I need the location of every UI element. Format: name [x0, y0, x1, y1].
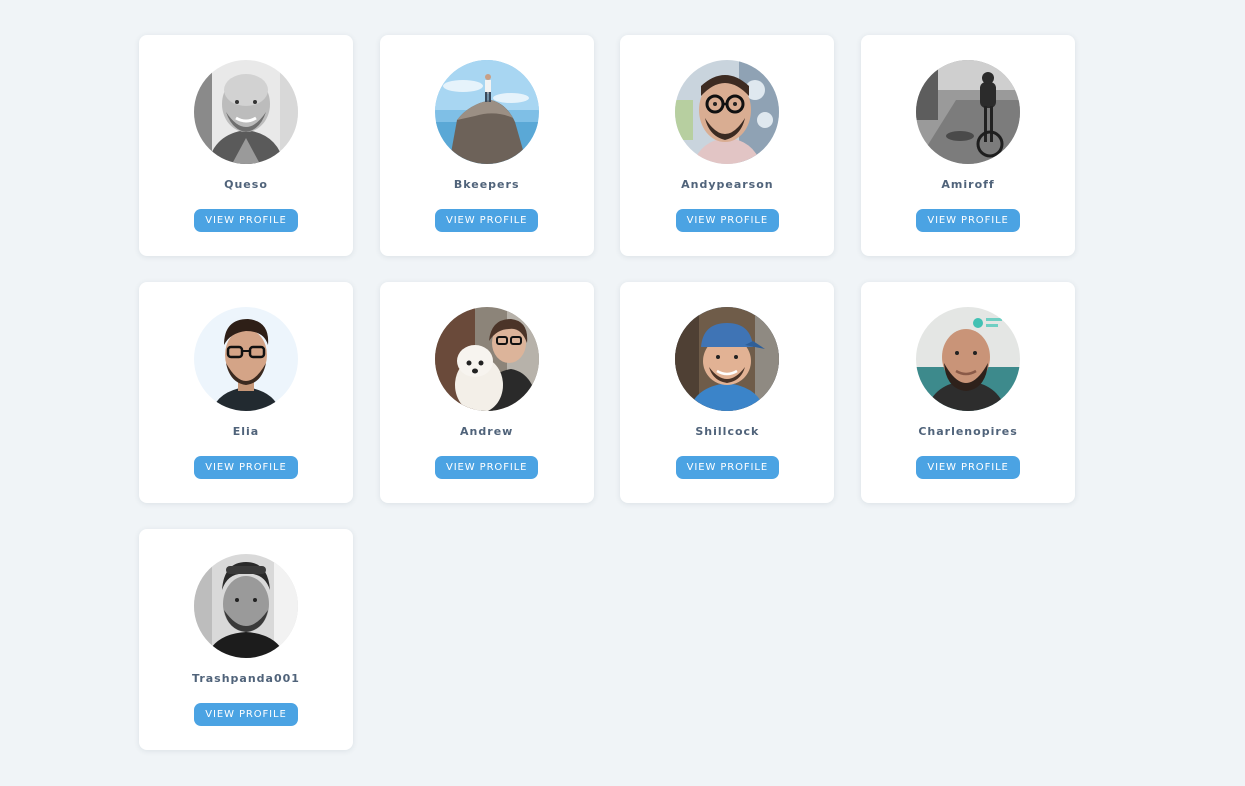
avatar[interactable]	[675, 60, 780, 164]
avatar[interactable]	[434, 60, 539, 164]
member-grid: Queso VIEW PROFILE Bkeepers VIEW PROFILE	[139, 35, 1076, 750]
view-profile-button[interactable]: VIEW PROFILE	[675, 456, 780, 479]
username: Charlenopires	[918, 425, 1018, 438]
avatar[interactable]	[916, 60, 1021, 164]
avatar-photo-icon	[434, 60, 539, 164]
member-card: Andypearson VIEW PROFILE	[620, 35, 835, 256]
username: Amiroff	[941, 178, 995, 191]
avatar-photo-icon	[194, 60, 298, 164]
view-profile-button[interactable]: VIEW PROFILE	[916, 209, 1020, 232]
avatar-photo-icon	[675, 60, 780, 164]
member-card: Shillcock VIEW PROFILE	[620, 282, 835, 503]
avatar-photo-icon	[916, 60, 1021, 164]
view-profile-button[interactable]: VIEW PROFILE	[434, 209, 539, 232]
member-card: Bkeepers VIEW PROFILE	[379, 35, 594, 256]
member-card: Amiroff VIEW PROFILE	[861, 35, 1076, 256]
avatar-photo-icon	[194, 307, 298, 411]
member-card: Andrew VIEW PROFILE	[379, 282, 594, 503]
view-profile-button[interactable]: VIEW PROFILE	[194, 703, 298, 726]
view-profile-button[interactable]: VIEW PROFILE	[194, 456, 298, 479]
member-card: Elia VIEW PROFILE	[139, 282, 353, 503]
username: Queso	[224, 178, 268, 191]
username: Shillcock	[695, 425, 760, 438]
username: Trashpanda001	[192, 672, 300, 685]
avatar[interactable]	[194, 307, 298, 411]
username: Bkeepers	[453, 178, 520, 191]
view-profile-button[interactable]: VIEW PROFILE	[916, 456, 1020, 479]
member-card: Charlenopires VIEW PROFILE	[861, 282, 1076, 503]
username: Andypearson	[681, 178, 774, 191]
view-profile-button[interactable]: VIEW PROFILE	[434, 456, 539, 479]
username: Elia	[232, 425, 260, 438]
avatar-photo-icon	[916, 307, 1021, 411]
view-profile-button[interactable]: VIEW PROFILE	[194, 209, 298, 232]
avatar[interactable]	[194, 60, 298, 164]
avatar[interactable]	[675, 307, 780, 411]
avatar-photo-icon	[434, 307, 539, 411]
avatar[interactable]	[434, 307, 539, 411]
member-card: Trashpanda001 VIEW PROFILE	[139, 529, 353, 750]
avatar-photo-icon	[194, 554, 298, 658]
avatar[interactable]	[194, 554, 298, 658]
username: Andrew	[460, 425, 514, 438]
member-card: Queso VIEW PROFILE	[139, 35, 353, 256]
avatar[interactable]	[916, 307, 1021, 411]
view-profile-button[interactable]: VIEW PROFILE	[675, 209, 780, 232]
avatar-photo-icon	[675, 307, 780, 411]
